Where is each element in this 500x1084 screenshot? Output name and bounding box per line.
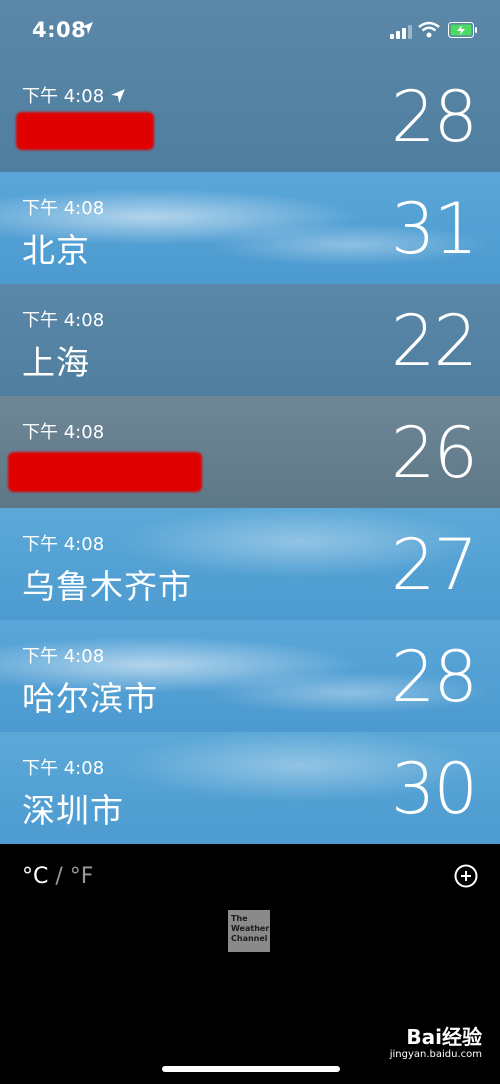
unit-separator: /	[55, 864, 63, 889]
redaction-block	[16, 112, 154, 150]
city-temperature: 22	[390, 300, 478, 382]
city-name: 乌鲁木齐市	[22, 567, 192, 606]
city-name: 北京	[22, 231, 90, 270]
wifi-icon	[418, 21, 440, 43]
city-row-harbin[interactable]: 下午 4:08 哈尔滨市 28	[0, 620, 500, 732]
plus-circle-icon[interactable]	[454, 864, 478, 892]
city-temperature: 30	[390, 748, 478, 830]
city-name: 哈尔滨市	[22, 679, 158, 718]
location-arrow-icon	[80, 20, 94, 39]
footer-bar: °C / °F The Weather Channel Bai经验 jingya…	[0, 844, 500, 1084]
city-row-urumqi[interactable]: 下午 4:08 乌鲁木齐市 27	[0, 508, 500, 620]
celsius-option[interactable]: °C	[22, 864, 48, 889]
watermark: Bai经验 jingyan.baidu.com	[389, 1027, 482, 1064]
watermark-subtext: jingyan.baidu.com	[389, 1049, 482, 1060]
city-row-shanghai[interactable]: 下午 4:08 上海 22	[0, 284, 500, 396]
weather-channel-logo[interactable]: The Weather Channel	[228, 910, 270, 952]
city-time: 下午 4:08	[22, 534, 105, 555]
status-time: 4:08	[32, 18, 87, 42]
city-time: 下午 4:08	[22, 422, 105, 443]
city-row-redacted[interactable]: 下午 4:08 26	[0, 396, 500, 508]
city-row-beijing[interactable]: 下午 4:08 北京 31	[0, 172, 500, 284]
unit-toggle[interactable]: °C / °F	[22, 864, 93, 889]
city-time: 下午 4:08	[22, 198, 105, 219]
redaction-block	[8, 452, 202, 492]
city-time: 下午 4:08	[22, 310, 105, 331]
home-indicator[interactable]	[162, 1066, 340, 1072]
battery-charging-icon	[448, 22, 478, 42]
city-temperature: 31	[390, 188, 478, 270]
city-temperature: 28	[390, 76, 478, 158]
city-row-shenzhen[interactable]: 下午 4:08 深圳市 30	[0, 732, 500, 844]
city-temperature: 28	[390, 636, 478, 718]
city-time: 下午 4:08	[22, 82, 126, 109]
signal-icon	[390, 24, 412, 43]
city-name: 深圳市	[22, 791, 124, 830]
city-temperature: 27	[390, 524, 478, 606]
fahrenheit-option[interactable]: °F	[70, 864, 94, 889]
city-time: 下午 4:08	[22, 646, 105, 667]
city-name: 上海	[22, 343, 90, 382]
location-arrow-icon	[110, 88, 126, 109]
city-temperature: 26	[390, 412, 478, 494]
city-list: 下午 4:08 28 下午 4:08 北京 31 下午 4:08 上海 22 下…	[0, 0, 500, 844]
status-bar: 4:08	[0, 0, 500, 60]
city-time: 下午 4:08	[22, 758, 105, 779]
